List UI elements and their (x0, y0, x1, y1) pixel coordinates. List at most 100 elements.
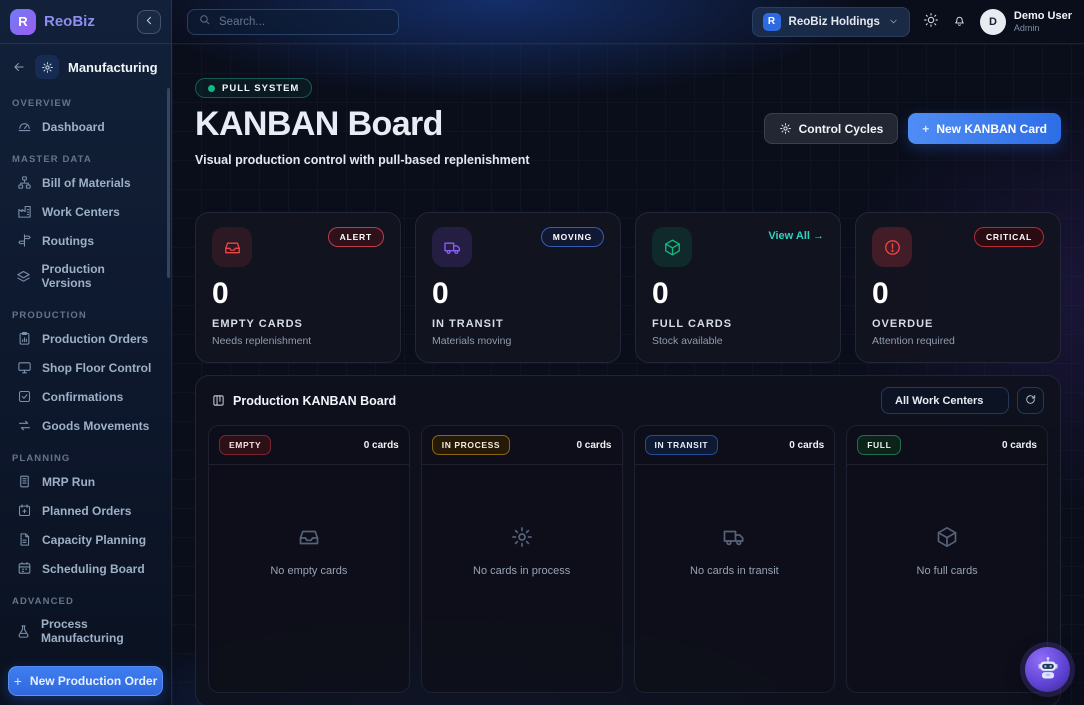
kanban-columns: EMPTY 0 cards No empty cards IN PROCESS … (208, 425, 1048, 693)
truck-icon (432, 227, 472, 267)
module-header: Manufacturing (0, 44, 171, 85)
kanban-board-panel: Production KANBAN Board All Work Centers… (195, 375, 1061, 705)
stat-card-overdue: CRITICAL 0 OVERDUE Attention required (855, 212, 1061, 363)
sidebar-item-work-centers[interactable]: Work Centers (10, 197, 161, 226)
critical-badge: CRITICAL (974, 227, 1044, 247)
stat-card-full-cards: View All → 0 FULL CARDS Stock available (635, 212, 841, 363)
gear-icon (510, 525, 534, 554)
sidebar-item-planned-orders[interactable]: Planned Orders (10, 496, 161, 525)
module-title: Manufacturing (68, 60, 158, 75)
swap-arrows-icon (16, 418, 32, 433)
user-menu[interactable]: D Demo User Admin (980, 9, 1072, 35)
chevron-left-icon (143, 14, 156, 30)
sidebar-item-hidden[interactable] (10, 652, 161, 662)
column-badge: FULL (857, 435, 901, 455)
gauge-icon (16, 119, 32, 134)
stat-sublabel: Materials moving (432, 335, 604, 347)
board-controls: All Work Centers (881, 387, 1044, 414)
bell-icon (952, 13, 967, 31)
check-square-icon (16, 389, 32, 404)
stat-label: FULL CARDS (652, 318, 824, 330)
brand-name: ReoBiz (44, 13, 129, 30)
kanban-column-in-process: IN PROCESS 0 cards No cards in process (421, 425, 623, 693)
sidebar-item-process-manufacturing[interactable]: Process Manufacturing (10, 610, 161, 652)
sidebar-item-routings[interactable]: Routings (10, 226, 161, 255)
kanban-column-in-transit: IN TRANSIT 0 cards No cards in transit (634, 425, 836, 693)
signpost-icon (16, 233, 32, 248)
plus-icon: + (14, 673, 22, 689)
page-subtitle: Visual production control with pull-base… (195, 153, 530, 167)
sidebar-item-mrp-run[interactable]: MRP Run (10, 467, 161, 496)
sidebar-collapse-button[interactable] (137, 10, 161, 34)
stat-label: OVERDUE (872, 318, 1044, 330)
flask-icon (16, 624, 31, 639)
tenant-name: ReoBiz Holdings (789, 16, 880, 28)
control-cycles-button[interactable]: Control Cycles (764, 113, 899, 144)
server-icon (16, 474, 32, 489)
sidebar-item-goods-movements[interactable]: Goods Movements (10, 411, 161, 440)
header-actions: Control Cycles + New KANBAN Card (764, 113, 1061, 144)
sidebar-item-production-versions[interactable]: Production Versions (10, 255, 161, 297)
alert-circle-icon (872, 227, 912, 267)
inbox-icon (212, 227, 252, 267)
sidebar-item-confirmations[interactable]: Confirmations (10, 382, 161, 411)
stat-label: IN TRANSIT (432, 318, 604, 330)
chat-assistant-button[interactable] (1025, 647, 1070, 692)
sidebar: R ReoBiz Manufacturing OVERVIEW Dashboar… (0, 0, 172, 705)
section-label-production: PRODUCTION (12, 310, 159, 321)
tenant-switcher[interactable]: R ReoBiz Holdings (752, 7, 910, 37)
moving-badge: MOVING (541, 227, 604, 247)
new-production-order-button[interactable]: + New Production Order (8, 666, 163, 696)
sidebar-scrollbar[interactable] (167, 88, 170, 278)
sidebar-item-dashboard[interactable]: Dashboard (10, 112, 161, 141)
refresh-button[interactable] (1017, 387, 1044, 414)
user-role: Admin (1014, 23, 1072, 33)
search-input[interactable] (219, 16, 388, 28)
theme-toggle-button[interactable] (923, 12, 939, 31)
view-all-link[interactable]: View All → (768, 230, 824, 242)
sidebar-item-capacity-planning[interactable]: Capacity Planning (10, 525, 161, 554)
plus-icon: + (922, 122, 929, 136)
back-arrow-icon[interactable] (12, 60, 26, 74)
empty-state: No full cards (847, 525, 1047, 577)
kanban-column-empty: EMPTY 0 cards No empty cards (208, 425, 410, 693)
new-kanban-card-button[interactable]: + New KANBAN Card (908, 113, 1061, 144)
truck-icon (722, 525, 746, 554)
stat-value: 0 (652, 279, 824, 309)
user-name: Demo User (1014, 10, 1072, 22)
chevron-down-icon (888, 16, 899, 27)
status-dot-icon (208, 85, 215, 92)
notifications-button[interactable] (952, 13, 967, 31)
column-badge: EMPTY (219, 435, 271, 455)
column-count: 0 cards (576, 440, 611, 451)
empty-state: No cards in transit (635, 525, 835, 577)
pull-system-badge: PULL SYSTEM (195, 78, 312, 98)
main-column: R ReoBiz Holdings D Demo User Admin (172, 0, 1084, 705)
layers-icon (16, 269, 32, 284)
stat-label: EMPTY CARDS (212, 318, 384, 330)
calendar-grid-icon (16, 561, 32, 576)
stat-sublabel: Needs replenishment (212, 335, 384, 347)
sidebar-item-shop-floor-control[interactable]: Shop Floor Control (10, 353, 161, 382)
sidebar-item-bill-of-materials[interactable]: Bill of Materials (10, 168, 161, 197)
stat-sublabel: Stock available (652, 335, 824, 347)
search-box (187, 9, 399, 35)
work-center-filter-select[interactable]: All Work Centers (881, 387, 1009, 414)
factory-icon (16, 204, 32, 219)
monitor-icon (16, 360, 32, 375)
stat-cards-row: ALERT 0 EMPTY CARDS Needs replenishment … (195, 212, 1061, 363)
sidebar-item-scheduling-board[interactable]: Scheduling Board (10, 554, 161, 583)
curve-icon (16, 659, 32, 662)
stat-value: 0 (212, 279, 384, 309)
sidebar-item-production-orders[interactable]: Production Orders (10, 324, 161, 353)
section-label-overview: OVERVIEW (12, 98, 159, 109)
stat-value: 0 (872, 279, 1044, 309)
page-title: KANBAN Board (195, 105, 530, 144)
board-title: Production KANBAN Board (212, 394, 396, 408)
box-icon (652, 227, 692, 267)
inbox-icon (297, 525, 321, 554)
alert-badge: ALERT (328, 227, 384, 247)
stat-card-in-transit: MOVING 0 IN TRANSIT Materials moving (415, 212, 621, 363)
sun-icon (923, 12, 939, 31)
gear-icon (35, 55, 59, 79)
